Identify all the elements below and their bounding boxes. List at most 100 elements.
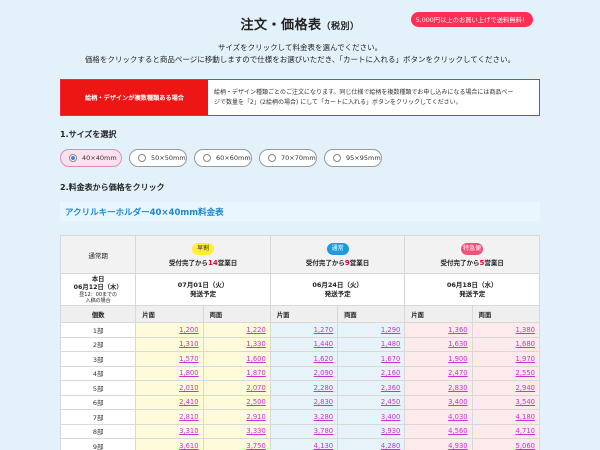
price-link[interactable]: 1,570 bbox=[179, 355, 198, 363]
price-cell: 1,870 bbox=[202, 365, 271, 381]
price-link[interactable]: 3,280 bbox=[314, 413, 333, 421]
price-link[interactable]: 1,200 bbox=[179, 326, 198, 334]
price-link[interactable]: 2,450 bbox=[381, 398, 400, 406]
price-link[interactable]: 1,360 bbox=[448, 326, 467, 334]
price-link[interactable]: 1,680 bbox=[516, 340, 535, 348]
multi-design-notice: 絵柄・デザインが複数種類ある場合 絵柄・デザイン種類ごとのご注文になります。同じ… bbox=[60, 79, 540, 116]
size-option[interactable]: 50×50mm bbox=[129, 149, 187, 167]
price-link[interactable]: 2,830 bbox=[448, 384, 467, 392]
tier-badge: 通常 bbox=[326, 242, 349, 255]
price-link[interactable]: 2,940 bbox=[516, 384, 535, 392]
price-link[interactable]: 2,160 bbox=[381, 369, 400, 377]
price-link[interactable]: 2,280 bbox=[314, 384, 333, 392]
price-cell: 4,930 bbox=[404, 438, 473, 450]
notice-line-1: 絵柄・デザイン種類ごとのご注文になります。同じ仕様で絵柄を複数種類でお申し込みに… bbox=[214, 89, 514, 96]
qty-cell: 7部 bbox=[59, 409, 137, 425]
price-link[interactable]: 2,470 bbox=[448, 369, 467, 377]
price-link[interactable]: 4,930 bbox=[448, 442, 467, 450]
price-link[interactable]: 4,280 bbox=[381, 442, 400, 450]
price-link[interactable]: 3,930 bbox=[381, 427, 400, 435]
price-link[interactable]: 2,550 bbox=[516, 369, 535, 377]
tier-lead-time: 受付完了から5営業日 bbox=[440, 258, 504, 267]
price-cell: 2,410 bbox=[135, 394, 204, 410]
price-cell: 1,900 bbox=[404, 351, 473, 367]
price-link[interactable]: 1,630 bbox=[448, 340, 467, 348]
price-link[interactable]: 1,270 bbox=[314, 326, 333, 334]
price-link[interactable]: 2,010 bbox=[179, 384, 198, 392]
price-link[interactable]: 2,830 bbox=[314, 398, 333, 406]
radio-icon bbox=[333, 154, 341, 162]
price-cell: 1,440 bbox=[269, 336, 339, 352]
size-option[interactable]: 40×40mm bbox=[60, 149, 122, 167]
price-link[interactable]: 1,480 bbox=[381, 340, 400, 348]
price-link[interactable]: 3,540 bbox=[516, 398, 535, 406]
price-cell: 4,280 bbox=[337, 438, 406, 450]
price-link[interactable]: 4,560 bbox=[448, 427, 467, 435]
notice-label: 絵柄・デザインが複数種類ある場合 bbox=[61, 80, 208, 115]
size-option-label: 60×60mm bbox=[216, 154, 251, 162]
price-link[interactable]: 5,060 bbox=[516, 442, 535, 450]
price-link[interactable]: 3,400 bbox=[381, 413, 400, 421]
price-link[interactable]: 4,130 bbox=[314, 442, 333, 450]
table-row: 8部 3,310 3,330 3,780 3,930 4,560 4,710 bbox=[59, 423, 541, 439]
price-cell: 3,310 bbox=[135, 423, 204, 439]
price-link[interactable]: 1,380 bbox=[516, 326, 535, 334]
size-option[interactable]: 60×60mm bbox=[194, 149, 252, 167]
price-link[interactable]: 3,750 bbox=[246, 442, 265, 450]
today-date: 06月12日（木） bbox=[73, 283, 123, 291]
price-link[interactable]: 2,410 bbox=[179, 398, 198, 406]
price-cell: 3,780 bbox=[269, 423, 339, 439]
price-link[interactable]: 1,290 bbox=[381, 326, 400, 334]
price-link[interactable]: 4,030 bbox=[448, 413, 467, 421]
side-double-label: 両面 bbox=[337, 305, 406, 323]
price-cell: 1,970 bbox=[471, 351, 541, 367]
section-price-title: 2.料金表から価格をクリック bbox=[60, 183, 165, 192]
price-link[interactable]: 1,870 bbox=[246, 369, 265, 377]
table-row: 3部 1,570 1,600 1,620 1,670 1,900 1,970 bbox=[59, 351, 541, 367]
price-link[interactable]: 2,810 bbox=[179, 413, 198, 421]
tier-early: 早割 受付完了から14営業日 bbox=[135, 235, 271, 274]
price-link[interactable]: 1,220 bbox=[246, 326, 265, 334]
price-cell: 2,160 bbox=[337, 365, 406, 381]
price-cell: 2,470 bbox=[404, 365, 473, 381]
price-link[interactable]: 3,400 bbox=[448, 398, 467, 406]
price-link[interactable]: 2,360 bbox=[381, 384, 400, 392]
price-cell: 1,290 bbox=[337, 322, 406, 338]
price-cell: 3,540 bbox=[471, 394, 541, 410]
table-row: 7部 2,810 2,910 3,280 3,400 4,030 4,180 bbox=[59, 409, 541, 425]
price-link[interactable]: 1,970 bbox=[516, 355, 535, 363]
today-note: 入稿の場合 bbox=[85, 297, 111, 304]
price-link[interactable]: 4,180 bbox=[516, 413, 535, 421]
price-link[interactable]: 1,600 bbox=[246, 355, 265, 363]
size-option[interactable]: 95×95mm bbox=[324, 149, 382, 167]
price-link[interactable]: 3,610 bbox=[179, 442, 198, 450]
price-link[interactable]: 2,910 bbox=[246, 413, 265, 421]
price-link[interactable]: 2,070 bbox=[246, 384, 265, 392]
price-link[interactable]: 1,800 bbox=[179, 369, 198, 377]
price-link[interactable]: 2,090 bbox=[314, 369, 333, 377]
price-cell: 4,710 bbox=[471, 423, 541, 439]
price-cell: 2,910 bbox=[202, 409, 271, 425]
price-cell: 1,380 bbox=[471, 322, 541, 338]
qty-cell: 5部 bbox=[59, 380, 137, 396]
price-cell: 2,070 bbox=[202, 380, 271, 396]
table-row: 5部 2,010 2,070 2,280 2,360 2,830 2,940 bbox=[59, 380, 541, 396]
price-cell: 1,680 bbox=[471, 336, 541, 352]
ship-date-row: 本日 06月12日（木） 昼12：00までの 入稿の場合 07月01日（火） 発送… bbox=[59, 273, 540, 306]
table-row: 6部 2,410 2,500 2,830 2,450 3,400 3,540 bbox=[59, 394, 541, 410]
price-link[interactable]: 2,500 bbox=[246, 398, 265, 406]
price-link[interactable]: 1,440 bbox=[314, 340, 333, 348]
price-link[interactable]: 1,900 bbox=[448, 355, 467, 363]
price-link[interactable]: 1,310 bbox=[179, 340, 198, 348]
price-link[interactable]: 1,620 bbox=[314, 355, 333, 363]
section-size-title: 1.サイズを選択 bbox=[60, 130, 117, 139]
price-cell: 3,930 bbox=[337, 423, 406, 439]
price-link[interactable]: 4,710 bbox=[516, 427, 535, 435]
period-label: 通常期 bbox=[59, 235, 137, 274]
price-link[interactable]: 3,780 bbox=[314, 427, 333, 435]
size-option[interactable]: 70×70mm bbox=[259, 149, 317, 167]
price-link[interactable]: 1,330 bbox=[246, 340, 265, 348]
price-link[interactable]: 3,330 bbox=[246, 427, 265, 435]
price-link[interactable]: 3,310 bbox=[179, 427, 198, 435]
price-link[interactable]: 1,670 bbox=[381, 355, 400, 363]
